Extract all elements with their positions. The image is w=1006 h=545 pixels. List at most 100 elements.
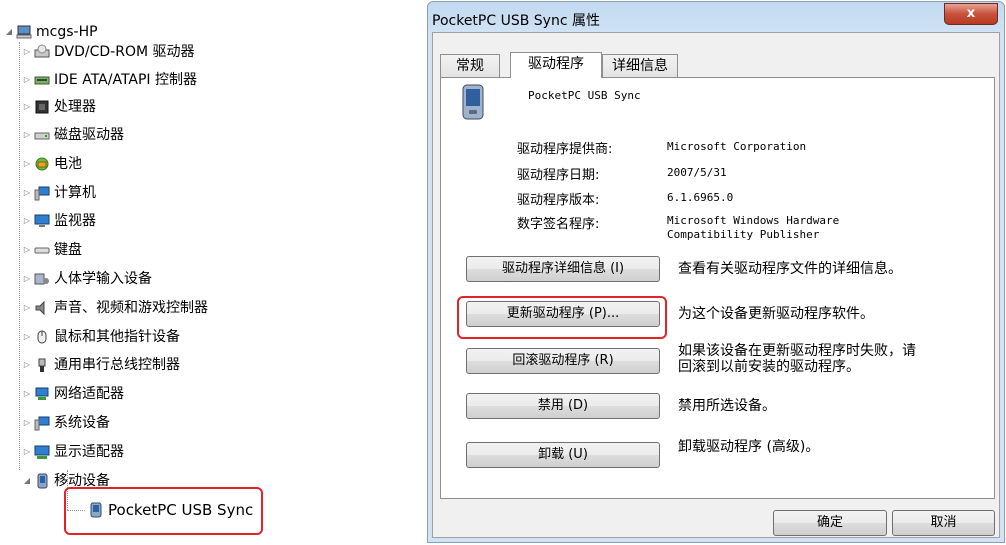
collapse-arrow-icon[interactable]: ◢: [22, 470, 32, 492]
dialog-body: 常规 驱动程序 详细信息 PocketPC USB Sync 驱动程序提供商: …: [432, 32, 1000, 538]
tree-item[interactable]: ▷ 计算机: [22, 182, 96, 204]
tree-item-label: 显示适配器: [54, 443, 124, 460]
properties-dialog: PocketPC USB Sync 属性 x 常规 驱动程序 详细信息 Pock…: [427, 1, 1005, 543]
expand-arrow-icon[interactable]: ▷: [22, 69, 32, 91]
signer-label: 数字签名程序:: [517, 217, 600, 232]
tree-item[interactable]: ▷ 键盘: [22, 239, 82, 261]
tree-item[interactable]: ▷ 通用串行总线控制器: [22, 354, 180, 376]
expand-arrow-icon[interactable]: ▷: [22, 441, 32, 463]
provider-label: 驱动程序提供商:: [517, 142, 613, 157]
collapse-arrow-icon[interactable]: ◢: [4, 21, 14, 43]
tree-item[interactable]: ▷ 电池: [22, 153, 82, 175]
tab-driver[interactable]: 驱动程序: [510, 52, 602, 78]
disable-desc: 禁用所选设备。: [678, 398, 776, 414]
rollback-driver-button[interactable]: 回滚驱动程序 (R): [466, 348, 660, 374]
driver-details-desc: 查看有关驱动程序文件的详细信息。: [678, 261, 902, 277]
expand-arrow-icon[interactable]: ▷: [22, 268, 32, 290]
dvd-drive-icon: [34, 44, 50, 60]
driver-panel: PocketPC USB Sync 驱动程序提供商: Microsoft Cor…: [440, 77, 995, 499]
tree-item[interactable]: ▷ 网络适配器: [22, 383, 124, 405]
tree-item-label: 系统设备: [54, 415, 110, 431]
tree-item[interactable]: ▷ 显示适配器: [22, 441, 124, 463]
ide-controller-icon: [34, 72, 50, 88]
expand-arrow-icon[interactable]: ▷: [22, 326, 32, 348]
disable-button[interactable]: 禁用 (D): [466, 393, 660, 419]
tree-item-label: DVD/CD-ROM 驱动器: [54, 44, 195, 61]
tree-item-label: 电池: [54, 155, 82, 172]
display-adapter-icon: [34, 444, 50, 460]
uninstall-button[interactable]: 卸载 (U): [466, 442, 660, 468]
tree-item-label: 人体学输入设备: [54, 271, 152, 287]
highlight-tree-child: [64, 487, 263, 535]
tree-item[interactable]: ▷ 监视器: [22, 210, 96, 232]
tree-item-label: 磁盘驱动器: [54, 127, 124, 143]
tab-general[interactable]: 常规: [440, 54, 500, 78]
date-value: 2007/5/31: [667, 166, 727, 179]
computer-root-icon: [16, 24, 32, 40]
signer-value: Microsoft Windows Hardware Compatibility…: [667, 214, 840, 241]
tree-item[interactable]: ▷ DVD/CD-ROM 驱动器: [22, 41, 195, 63]
tree-item[interactable]: ▷ 人体学输入设备: [22, 268, 152, 290]
expand-arrow-icon[interactable]: ▷: [22, 383, 32, 405]
device-name: PocketPC USB Sync: [528, 89, 641, 102]
expand-arrow-icon[interactable]: ▷: [22, 210, 32, 232]
tree-item[interactable]: ▷ 鼠标和其他指针设备: [22, 326, 180, 348]
version-label: 驱动程序版本:: [517, 193, 600, 208]
tree-item-label: 监视器: [54, 213, 96, 230]
dialog-title: PocketPC USB Sync 属性: [432, 13, 600, 29]
device-manager-tree: ◢ mcgs-HP ▷ DVD/CD-ROM 驱动器 ▷ IDE ATA/ATAPI …: [0, 0, 420, 545]
expand-arrow-icon[interactable]: ▷: [22, 182, 32, 204]
date-label: 驱动程序日期:: [517, 168, 600, 183]
tree-item-label: 鼠标和其他指针设备: [54, 328, 180, 345]
usb-icon: [34, 357, 50, 373]
close-button[interactable]: x: [944, 3, 998, 25]
hid-icon: [34, 271, 50, 287]
ok-button[interactable]: 确定: [773, 510, 887, 536]
tree-item-label: 计算机: [54, 184, 96, 201]
expand-arrow-icon[interactable]: ▷: [22, 124, 32, 146]
tree-item-label: 处理器: [54, 99, 96, 116]
processor-icon: [34, 99, 50, 115]
expand-arrow-icon[interactable]: ▷: [22, 354, 32, 376]
keyboard-icon: [34, 242, 50, 258]
disk-drive-icon: [34, 127, 50, 143]
tab-details[interactable]: 详细信息: [602, 54, 678, 78]
cancel-button[interactable]: 取消: [892, 510, 995, 536]
expand-arrow-icon[interactable]: ▷: [22, 96, 32, 118]
system-device-icon: [34, 415, 50, 431]
tree-item[interactable]: ▷ 磁盘驱动器: [22, 124, 124, 146]
rollback-driver-desc: 如果该设备在更新驱动程序时失败，请 回滚到以前安装的驱动程序。: [678, 343, 916, 375]
expand-arrow-icon[interactable]: ▷: [22, 41, 32, 63]
uninstall-desc: 卸载驱动程序 (高级)。: [678, 439, 820, 455]
computer-icon: [34, 185, 50, 201]
tree-item-label: 键盘: [54, 242, 82, 259]
tree-item[interactable]: ▷ 处理器: [22, 96, 96, 118]
tree-guide-line: [19, 42, 20, 470]
title-bar[interactable]: PocketPC USB Sync 属性 x: [428, 2, 1004, 36]
tree-item-label: 通用串行总线控制器: [54, 357, 180, 374]
expand-arrow-icon[interactable]: ▷: [22, 412, 32, 434]
monitor-icon: [34, 213, 50, 229]
tree-item-label: IDE ATA/ATAPI 控制器: [54, 71, 198, 88]
update-driver-desc: 为这个设备更新驱动程序软件。: [678, 306, 874, 322]
tree-root-label: mcgs-HP: [36, 24, 98, 40]
tree-item[interactable]: ▷ 声音、视频和游戏控制器: [22, 297, 208, 319]
driver-details-button[interactable]: 驱动程序详细信息 (I): [466, 256, 660, 282]
pocketpc-large-icon: [461, 84, 485, 122]
expand-arrow-icon[interactable]: ▷: [22, 153, 32, 175]
version-value: 6.1.6965.0: [667, 191, 734, 204]
expand-arrow-icon[interactable]: ▷: [22, 297, 32, 319]
tree-item-label: 网络适配器: [54, 386, 124, 403]
battery-icon: [34, 156, 50, 172]
tree-item[interactable]: ▷ IDE ATA/ATAPI 控制器: [22, 69, 197, 91]
tree-item-label: 声音、视频和游戏控制器: [54, 299, 208, 316]
tree-item[interactable]: ▷ 系统设备: [22, 412, 110, 434]
mobile-device-icon: [34, 473, 50, 489]
speaker-icon: [34, 300, 50, 316]
network-icon: [34, 386, 50, 402]
mouse-icon: [34, 329, 50, 345]
highlight-update-button: [457, 296, 667, 339]
tree-root[interactable]: ◢ mcgs-HP: [4, 21, 98, 43]
provider-value: Microsoft Corporation: [667, 140, 807, 153]
expand-arrow-icon[interactable]: ▷: [22, 239, 32, 261]
